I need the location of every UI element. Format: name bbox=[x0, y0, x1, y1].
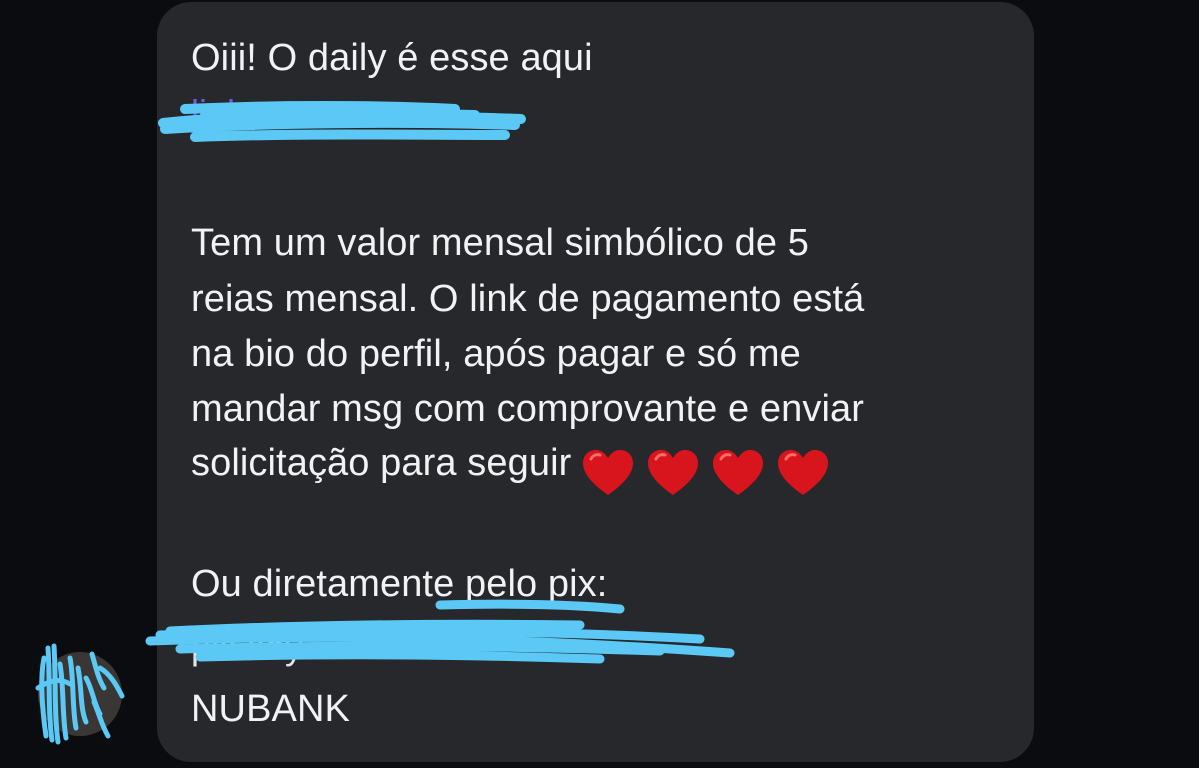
message-line-2: Tem um valor mensal simbólico de 5 bbox=[191, 222, 809, 264]
message-line-6: solicitação para seguir bbox=[191, 436, 841, 498]
message-line-5: mandar msg com comprovante e enviar bbox=[191, 388, 865, 430]
redacted-link[interactable]: link bbox=[191, 88, 245, 138]
message-line-4: na bio do perfil, após pagar e só me bbox=[191, 333, 801, 375]
red-heart-icon bbox=[648, 449, 699, 495]
message-line-7: Ou diretamente pelo pix: bbox=[191, 563, 608, 605]
redacted-pix-key[interactable]: pix key bbox=[191, 622, 303, 672]
chat-area: Oiii! O daily é esse aqui link Tem um va… bbox=[0, 0, 1199, 768]
red-heart-icon bbox=[713, 449, 764, 495]
message-line-1: Oiii! O daily é esse aqui bbox=[191, 37, 593, 79]
red-heart-icon bbox=[778, 449, 829, 495]
red-heart-icon bbox=[583, 449, 634, 495]
hearts-group bbox=[581, 444, 841, 498]
message-line-3: reias mensal. O link de pagamento está bbox=[191, 278, 865, 320]
message-line-8: NUBANK bbox=[191, 688, 350, 730]
sender-avatar[interactable] bbox=[38, 652, 122, 736]
message-line-6-text: solicitação para seguir bbox=[191, 442, 572, 484]
